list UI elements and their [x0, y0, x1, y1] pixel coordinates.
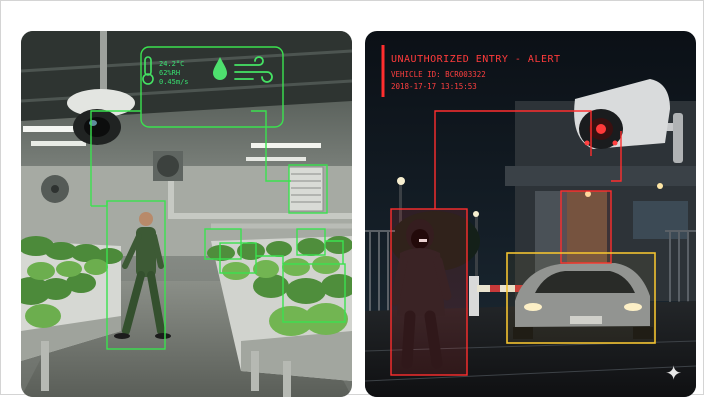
alert-title: UNAUTHORIZED ENTRY - ALERT — [391, 54, 561, 65]
vehicle-detection-box — [506, 252, 656, 344]
temperature-value: 24.2°C — [159, 60, 185, 68]
airflow-value: 0.45m/s — [159, 78, 189, 86]
door-detection-box — [560, 190, 612, 264]
person-detection-box — [390, 208, 468, 376]
sparkle-icon: ✦ — [665, 361, 682, 385]
sensor-readout: 24.2°C 62%RH 0.45m/s — [159, 60, 189, 87]
image-frame: 24.2°C 62%RH 0.45m/s UNAUTHORIZED ENTRY … — [0, 0, 704, 397]
vehicle-id: VEHICLE ID: BCR003322 — [391, 70, 486, 79]
greenhouse-monitoring-image: 24.2°C 62%RH 0.45m/s — [21, 31, 352, 397]
unauthorized-entry-image: UNAUTHORIZED ENTRY - ALERT VEHICLE ID: B… — [365, 31, 696, 397]
alert-timestamp: 2018-17-17 13:15:53 — [391, 82, 477, 91]
humidity-value: 62%RH — [159, 69, 181, 77]
